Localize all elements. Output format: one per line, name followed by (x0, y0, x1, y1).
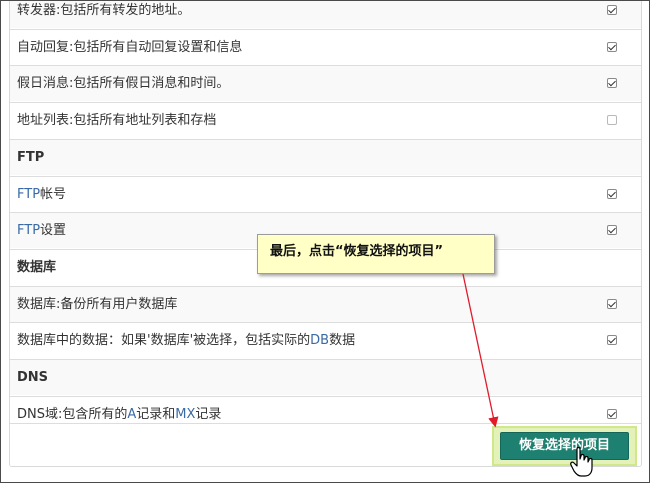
option-label-hl: DB (310, 333, 330, 349)
option-label-text: 转发器:包括所有转发的地址。 (17, 3, 191, 18)
option-checkbox[interactable] (607, 115, 617, 126)
option-label: 数据库中的数据：如果'数据库'被选择，包括实际的DB数据 (17, 323, 355, 358)
option-label-text: 帐号 (40, 186, 67, 202)
option-label-text: DNS域:包含所有的 (17, 406, 128, 422)
option-label: 假日消息:包括所有假日消息和时间。 (17, 66, 229, 101)
option-checkbox[interactable] (607, 5, 617, 15)
option-row: 自动回复:包括所有自动回复设置和信息 (10, 28, 641, 65)
option-label: 自动回复:包括所有自动回复设置和信息 (17, 30, 242, 65)
option-row: 数据库:备份所有用户数据库 (10, 285, 641, 322)
callout-text: 最后，点击“恢复选择的项目” (270, 244, 444, 259)
section-header: DNS (10, 359, 641, 395)
option-row: 转发器:包括所有转发的地址。 (10, 1, 641, 28)
option-label-suffix: 数据 (329, 333, 356, 349)
option-checkbox[interactable] (607, 41, 617, 52)
option-row: 地址列表:包括所有地址列表和存档 (10, 102, 641, 139)
option-label-text: 数据库中的数据：如果'数据库'被选择，包括实际的 (17, 333, 311, 349)
option-label-text: 自动回复:包括所有自动回复设置和信息 (17, 39, 243, 55)
option-row: 数据库中的数据：如果'数据库'被选择，包括实际的DB数据 (10, 322, 641, 359)
option-row: 假日消息:包括所有假日消息和时间。 (10, 65, 641, 102)
instruction-callout: 最后，点击“恢复选择的项目” (257, 234, 495, 274)
section-title: 数据库 (17, 259, 57, 275)
option-label: 地址列表:包括所有地址列表和存档 (17, 103, 216, 138)
option-label: FTP设置 (17, 213, 66, 248)
option-label-prefix: FTP (17, 223, 41, 239)
section-title: FTP (17, 149, 45, 165)
restore-selected-items-button[interactable]: 恢复选择的项目 (500, 432, 629, 460)
option-checkbox[interactable] (607, 188, 617, 199)
option-label-text: 假日消息:包括所有假日消息和时间。 (17, 76, 230, 92)
option-label: 数据库:备份所有用户数据库 (17, 287, 177, 322)
option-checkbox[interactable] (607, 408, 617, 419)
option-label-text: 数据库:备份所有用户数据库 (17, 296, 178, 312)
option-label-hl2: MX (175, 406, 196, 422)
option-checkbox[interactable] (607, 225, 617, 236)
option-label-text: 地址列表:包括所有地址列表和存档 (17, 113, 217, 129)
restore-button-highlight: 恢复选择的项目 (492, 426, 637, 466)
option-label-mid: 记录和 (136, 406, 176, 422)
option-row: FTP帐号 (10, 175, 641, 212)
option-label: 转发器:包括所有转发的地址。 (17, 1, 191, 28)
screenshot-frame: 转发器:包括所有转发的地址。自动回复:包括所有自动回复设置和信息 假日消息:包括所… (0, 0, 650, 483)
option-checkbox[interactable] (607, 335, 617, 346)
option-label-text: 设置 (40, 223, 67, 239)
option-label: FTP帐号 (17, 177, 66, 212)
section-title: DNS (17, 370, 49, 385)
section-header: FTP (10, 138, 641, 175)
option-label-hl: A (127, 406, 137, 422)
option-label-suffix: 记录 (195, 406, 222, 422)
option-label-prefix: FTP (17, 186, 41, 202)
option-checkbox[interactable] (607, 298, 617, 309)
option-checkbox[interactable] (607, 78, 617, 89)
